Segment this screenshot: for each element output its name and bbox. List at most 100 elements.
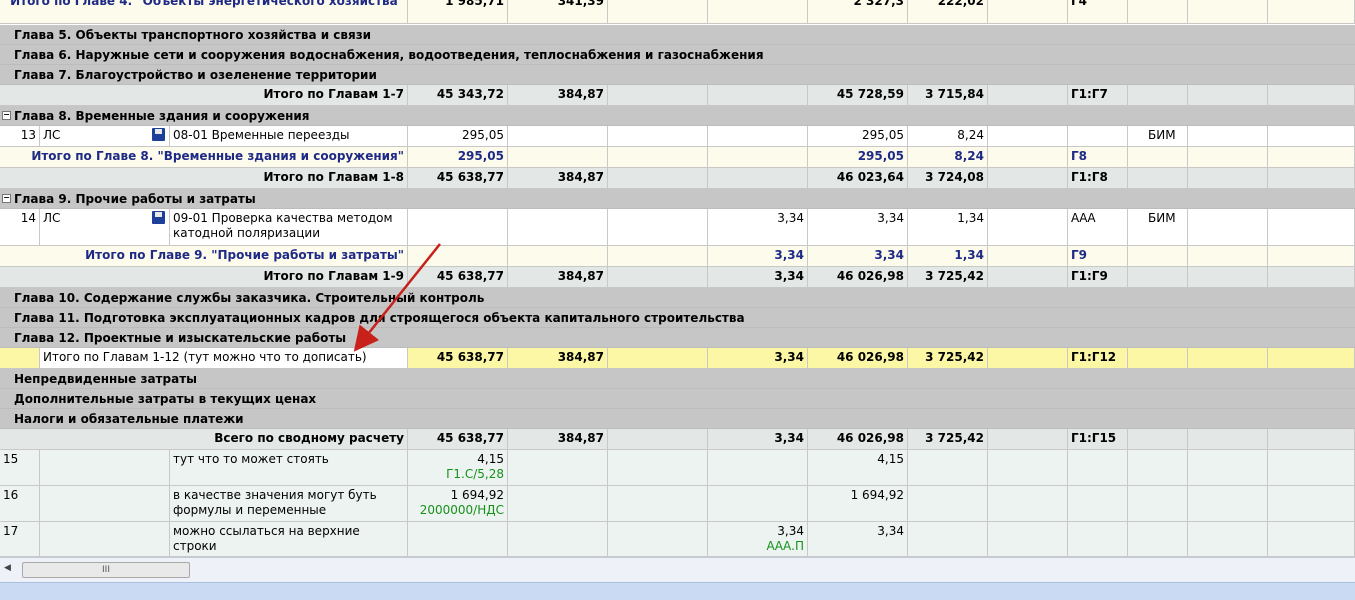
- chapter-header-11[interactable]: Глава 11. Подготовка эксплуатационных ка…: [0, 308, 1355, 328]
- cell-c3: [608, 147, 708, 168]
- cell-c2: 341,39: [508, 0, 608, 24]
- cell-value: 1 694,92: [450, 488, 504, 502]
- section-header-taxes[interactable]: Налоги и обязательные платежи: [0, 409, 1355, 429]
- cell-c10: [1188, 450, 1268, 486]
- table-row-16[interactable]: 16 в качестве значения могут буть формул…: [0, 486, 1355, 522]
- cell-c8: [1068, 522, 1128, 557]
- cell-c6: 1,34: [908, 209, 988, 246]
- cell-c1: 45 638,77: [408, 429, 508, 450]
- cell-c8: [1068, 450, 1128, 486]
- chapter-title: Глава 9. Прочие работы и затраты: [14, 192, 256, 206]
- cell-c3: [608, 429, 708, 450]
- row-label: Итого по Главе 4. "Объекты энергетическо…: [0, 0, 408, 24]
- collapse-icon[interactable]: −: [2, 111, 11, 120]
- table-row-total-1-12[interactable]: Итого по Главам 1-12 (тут можно что то д…: [0, 348, 1355, 369]
- table-row-chapter4-total[interactable]: Итого по Главе 4. "Объекты энергетическо…: [0, 0, 1355, 24]
- cell-c7: [988, 429, 1068, 450]
- cell-c10: [1188, 168, 1268, 189]
- cell-c10: [1188, 147, 1268, 168]
- cell-c6: 8,24: [908, 126, 988, 147]
- cell-c5: 46 023,64: [808, 168, 908, 189]
- chapter-header-8[interactable]: − Глава 8. Временные здания и сооружения: [0, 106, 1355, 126]
- cell-formula: Г1.С/5,28: [446, 467, 504, 481]
- cell-c11: [1268, 85, 1355, 106]
- cell-c9: [1128, 246, 1188, 267]
- row-name: в качестве значения могут буть формулы и…: [170, 486, 408, 522]
- cell-c8: [1068, 486, 1128, 522]
- collapse-icon[interactable]: −: [2, 194, 11, 203]
- cell-value: 3,34: [777, 524, 804, 538]
- cell-formula: ААА.П: [766, 539, 804, 553]
- row-number: 17: [0, 522, 40, 557]
- cell-c4[interactable]: 3,34 ААА.П: [708, 522, 808, 557]
- cell-c3: [608, 486, 708, 522]
- cell-c6: 3 715,84: [908, 85, 988, 106]
- scroll-left-arrow-icon[interactable]: ◀: [4, 563, 11, 573]
- chapter-header-6[interactable]: Глава 6. Наружные сети и сооружения водо…: [0, 45, 1355, 65]
- table-row-item-13[interactable]: 13 ЛС 08-01 Временные переезды 295,05 29…: [0, 126, 1355, 147]
- table-row-total-1-7[interactable]: Итого по Главам 1-7 45 343,72 384,87 45 …: [0, 85, 1355, 106]
- cell-c1: [408, 522, 508, 557]
- cell-c7: [988, 486, 1068, 522]
- cell-c4: [708, 147, 808, 168]
- scrollbar-thumb[interactable]: III: [22, 562, 190, 578]
- cell-c3: [608, 168, 708, 189]
- row-name-line2: формулы и переменные: [173, 503, 327, 517]
- cell-c1[interactable]: 4,15 Г1.С/5,28: [408, 450, 508, 486]
- cell-c3: [608, 126, 708, 147]
- cell-c9: [1128, 168, 1188, 189]
- cell-c9: [1128, 450, 1188, 486]
- row-label-editable[interactable]: Итого по Главам 1-12 (тут можно что то д…: [40, 348, 408, 369]
- chapter-header-12[interactable]: Глава 12. Проектные и изыскательские раб…: [0, 328, 1355, 348]
- cell-c5: 45 728,59: [808, 85, 908, 106]
- section-header-unforeseen[interactable]: Непредвиденные затраты: [0, 369, 1355, 389]
- cell-c11: [1268, 209, 1355, 246]
- cell-c4: [708, 168, 808, 189]
- cell-c7: [988, 348, 1068, 369]
- cell-c5: 2 327,3: [808, 0, 908, 24]
- table-row-17[interactable]: 17 можно ссылаться на верхние строки 3,3…: [0, 522, 1355, 557]
- chapter-header-7[interactable]: Глава 7. Благоустройство и озеленение те…: [0, 65, 1355, 85]
- table-row-15[interactable]: 15 тут что то может стоять 4,15 Г1.С/5,2…: [0, 450, 1355, 486]
- cell-c4: 3,34: [708, 348, 808, 369]
- cell-c1: 295,05: [408, 126, 508, 147]
- cell-c11: [1268, 246, 1355, 267]
- chapter-header-10[interactable]: Глава 10. Содержание службы заказчика. С…: [0, 288, 1355, 308]
- cell-c11: [1268, 267, 1355, 288]
- table-row-total-1-9[interactable]: Итого по Главам 1-9 45 638,77 384,87 3,3…: [0, 267, 1355, 288]
- cell-c8: Г9: [1068, 246, 1128, 267]
- row-name-line2: катодной поляризации: [173, 226, 321, 240]
- table-row-grand-total[interactable]: Всего по сводному расчету 45 638,77 384,…: [0, 429, 1355, 450]
- row-number: 15: [0, 450, 40, 486]
- cell-c2: [508, 450, 608, 486]
- cell-c8: Г1:Г15: [1068, 429, 1128, 450]
- cell-c9: [1128, 147, 1188, 168]
- cell-c1[interactable]: 1 694,92 2000000/НДС: [408, 486, 508, 522]
- table-row-total-1-8[interactable]: Итого по Главам 1-8 45 638,77 384,87 46 …: [0, 168, 1355, 189]
- cell-c4: [708, 126, 808, 147]
- cell-c7: [988, 209, 1068, 246]
- chapter-header-9[interactable]: − Глава 9. Прочие работы и затраты: [0, 189, 1355, 209]
- cell-c4: [708, 486, 808, 522]
- row-number: 14: [0, 209, 40, 246]
- cell-value: 4,15: [477, 452, 504, 466]
- row-number: [0, 348, 40, 369]
- cell-c9: [1128, 486, 1188, 522]
- cell-c10: [1188, 267, 1268, 288]
- cell-c3: [608, 450, 708, 486]
- table-row-chapter8-total[interactable]: Итого по Главе 8. "Временные здания и со…: [0, 147, 1355, 168]
- cell-c6: 3 725,42: [908, 348, 988, 369]
- cell-c3: [608, 348, 708, 369]
- cell-c8: [1068, 126, 1128, 147]
- cell-c11: [1268, 348, 1355, 369]
- horizontal-scrollbar[interactable]: ◀ III: [0, 557, 1355, 582]
- save-icon[interactable]: [152, 211, 165, 224]
- cell-c4: 3,34: [708, 246, 808, 267]
- chapter-header-5[interactable]: Глава 5. Объекты транспортного хозяйства…: [0, 25, 1355, 45]
- section-header-additional[interactable]: Дополнительные затраты в текущих ценах: [0, 389, 1355, 409]
- cell-c9: [1128, 267, 1188, 288]
- cell-c5: 4,15: [808, 450, 908, 486]
- table-row-item-14[interactable]: 14 ЛС 09-01 Проверка качества методом ка…: [0, 209, 1355, 246]
- table-row-chapter9-total[interactable]: Итого по Главе 9. "Прочие работы и затра…: [0, 246, 1355, 267]
- save-icon[interactable]: [152, 128, 165, 141]
